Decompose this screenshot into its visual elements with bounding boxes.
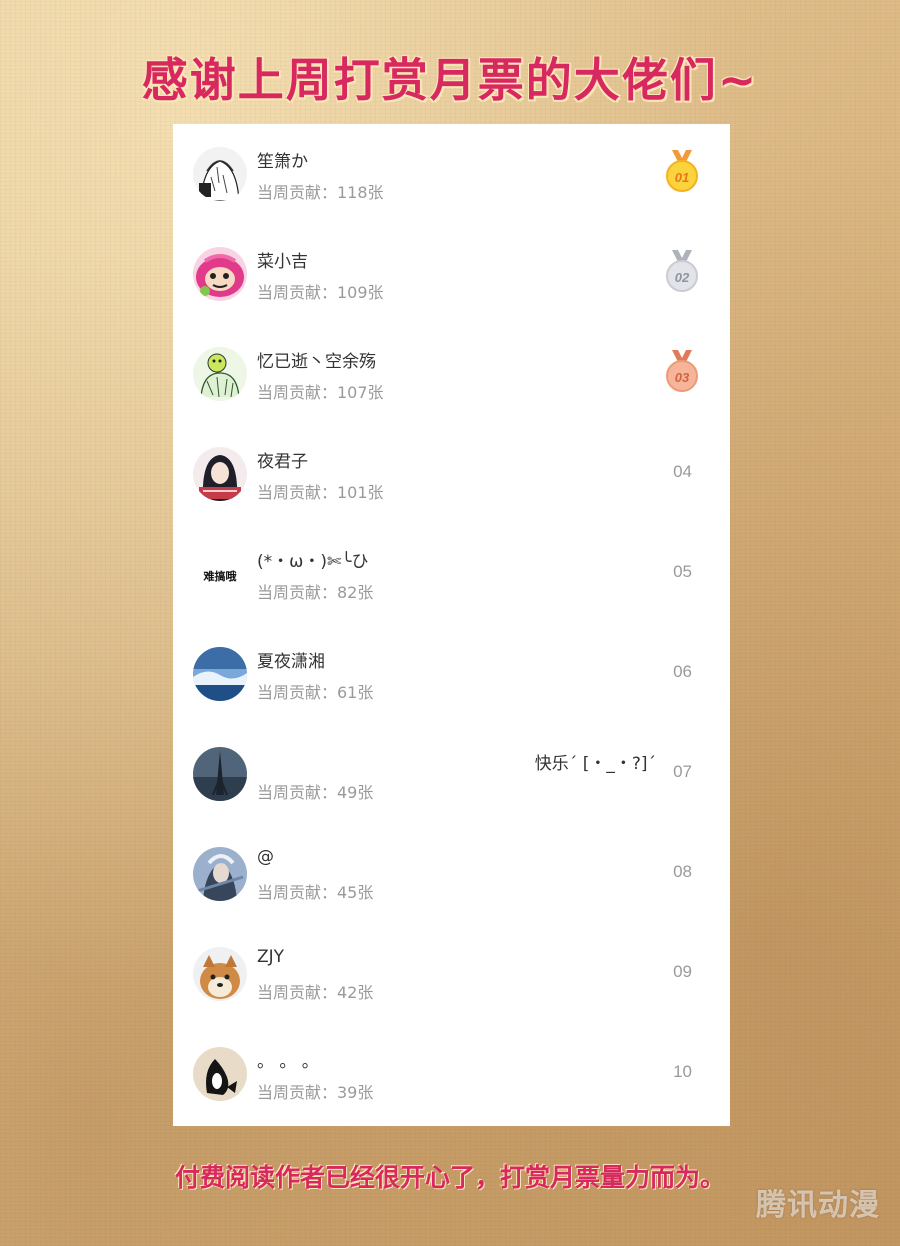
rank-number: 09 [673, 962, 692, 981]
rank-number: 07 [673, 762, 692, 781]
leaderboard-row[interactable]: 。 。 。 当周贡献：39张 10 [173, 1024, 730, 1124]
user-name: 快乐ˊ [・_・?]ˊ [534, 754, 656, 774]
rank-number: 06 [673, 662, 692, 681]
user-name: 夜君子 [257, 452, 308, 472]
rank-number: 08 [673, 862, 692, 881]
leaderboard-row[interactable]: 快乐ˊ [・_・?]ˊ 当周贡献：49张 07 [173, 724, 730, 824]
weekly-contribution: 当周贡献：39张 [257, 1083, 374, 1102]
weekly-contribution: 当周贡献：45张 [257, 883, 374, 902]
leaderboard-row[interactable]: 笙箫か 当周贡献：118张 01 [173, 124, 730, 224]
user-avatar[interactable] [193, 247, 247, 301]
user-avatar[interactable] [193, 147, 247, 201]
medal-rank-label: 02 [675, 270, 690, 285]
weekly-contribution: 当周贡献：42张 [257, 983, 374, 1002]
user-avatar[interactable] [193, 947, 247, 1001]
weekly-contribution: 当周贡献：82张 [257, 583, 374, 602]
user-avatar[interactable] [193, 347, 247, 401]
brand-watermark: 腾讯动漫 [756, 1188, 880, 1223]
leaderboard-row[interactable]: 忆已逝丶空余殇 当周贡献：107张 03 [173, 324, 730, 424]
avatar-caption: 难搞哦 [203, 569, 237, 583]
weekly-contribution: 当周贡献：61张 [257, 683, 374, 702]
leaderboard-row[interactable]: 菜小吉 当周贡献：109张 02 [173, 224, 730, 324]
rank-number: 10 [673, 1062, 692, 1081]
user-avatar[interactable] [193, 1047, 247, 1101]
user-avatar[interactable] [193, 847, 247, 901]
user-name: 忆已逝丶空余殇 [257, 352, 376, 372]
leaderboard-row[interactable]: 夜君子 当周贡献：101张 04 [173, 424, 730, 524]
leaderboard-card: 笙箫か 当周贡献：118张 01 菜小吉 当周贡献：109张 02 忆已逝丶空余… [173, 124, 730, 1126]
user-avatar[interactable]: 难搞哦 [193, 547, 247, 601]
rank-number: 04 [673, 462, 692, 481]
page-title: 感谢上周打赏月票的大佬们~ [141, 53, 759, 107]
user-name: (*・ω・)✄╰ひ [257, 552, 369, 572]
leaderboard-row[interactable]: 夏夜潇湘 当周贡献：61张 06 [173, 624, 730, 724]
user-name: ZJY [257, 947, 285, 967]
gold-medal-icon: 01 [666, 150, 698, 192]
weekly-contribution: 当周贡献：49张 [257, 783, 374, 802]
user-name: 菜小吉 [257, 252, 308, 272]
weekly-contribution: 当周贡献：101张 [257, 483, 384, 502]
weekly-contribution: 当周贡献：109张 [257, 283, 384, 302]
leaderboard-row[interactable]: ZJY 当周贡献：42张 09 [173, 924, 730, 1024]
medal-rank-label: 03 [675, 370, 690, 385]
weekly-contribution: 当周贡献：107张 [257, 383, 384, 402]
rank-number: 05 [673, 562, 692, 581]
bronze-medal-icon: 03 [666, 350, 698, 392]
user-name: 夏夜潇湘 [257, 652, 325, 672]
medal-rank-label: 01 [675, 170, 689, 185]
silver-medal-icon: 02 [666, 250, 698, 292]
leaderboard-row[interactable]: 难搞哦 (*・ω・)✄╰ひ 当周贡献：82张 05 [173, 524, 730, 624]
user-avatar[interactable] [193, 747, 247, 801]
user-avatar[interactable] [193, 647, 247, 701]
user-name: 笙箫か [257, 152, 308, 172]
leaderboard-row[interactable]: @ 当周贡献：45张 08 [173, 824, 730, 924]
user-avatar[interactable] [193, 447, 247, 501]
user-name: 。 。 。 [257, 1052, 319, 1072]
weekly-contribution: 当周贡献：118张 [257, 183, 384, 202]
user-name: @ [257, 847, 274, 867]
